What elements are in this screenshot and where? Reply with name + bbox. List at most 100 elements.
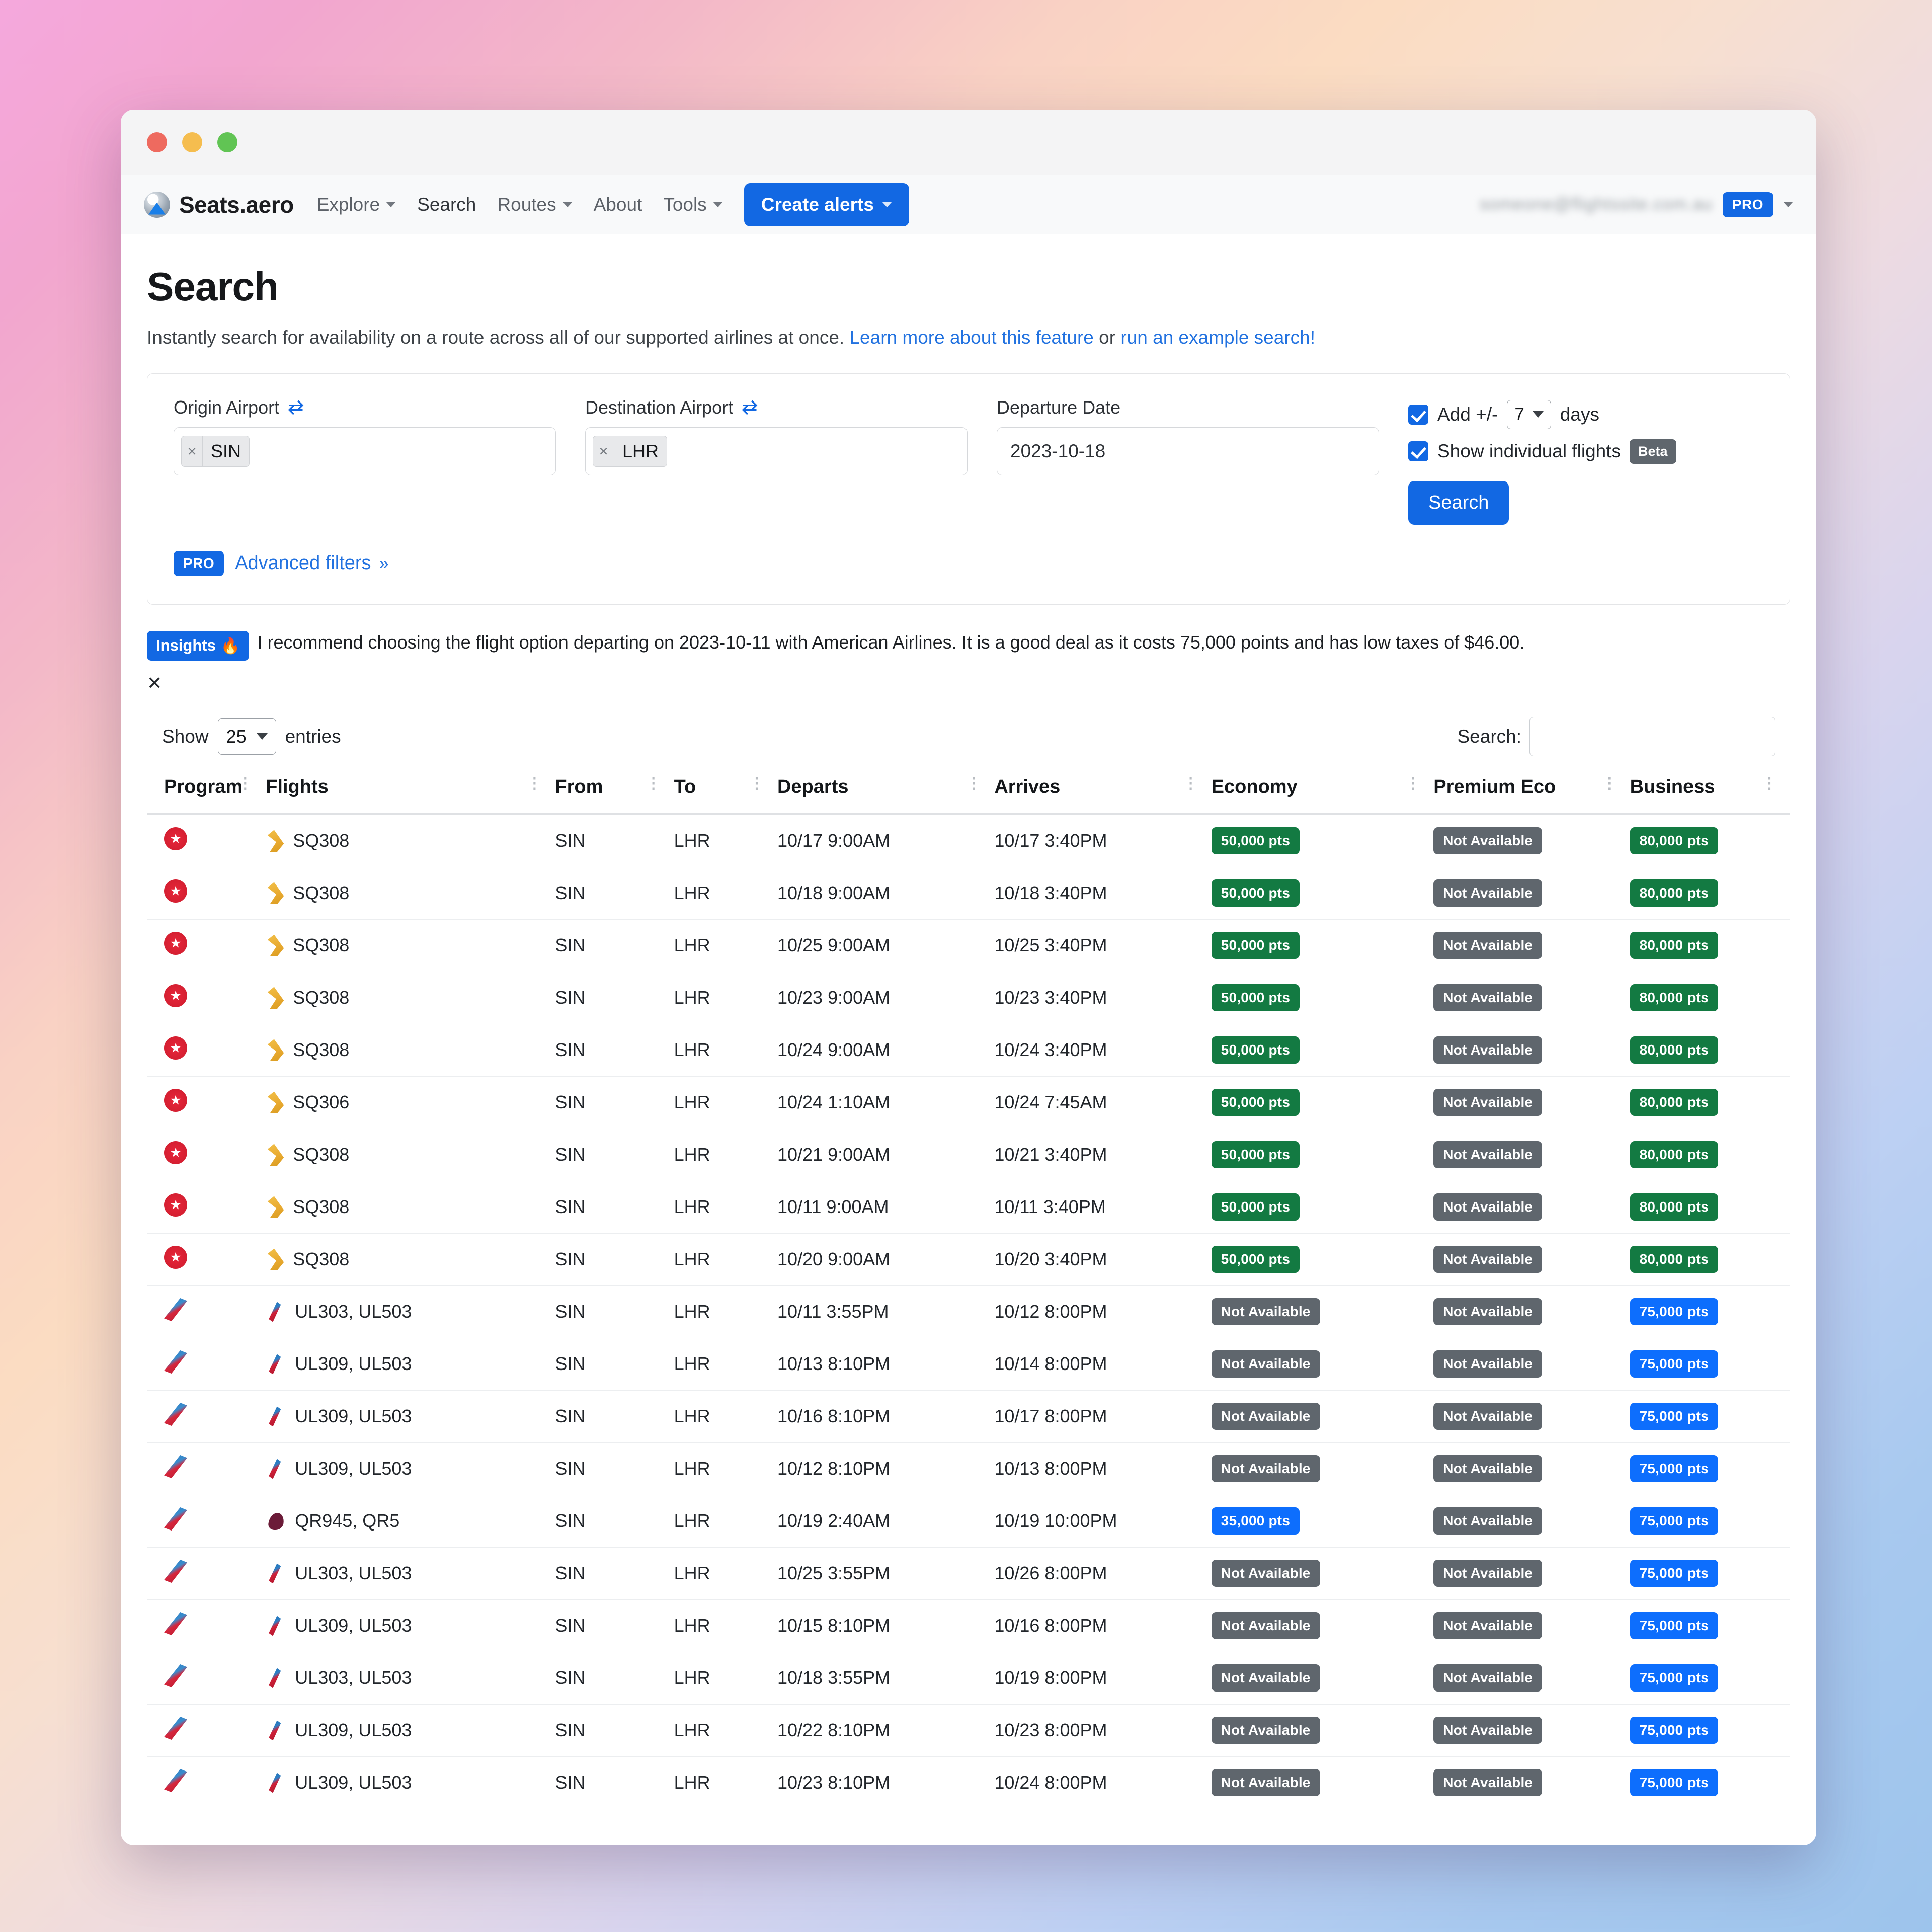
nav-item-tools[interactable]: Tools bbox=[663, 194, 723, 215]
business-badge[interactable]: 75,000 pts bbox=[1630, 1298, 1718, 1326]
premium-eco-badge[interactable]: Not Available bbox=[1433, 1612, 1543, 1640]
economy-badge[interactable]: Not Available bbox=[1211, 1560, 1320, 1587]
business-badge[interactable]: 80,000 pts bbox=[1630, 1036, 1718, 1064]
learn-more-link[interactable]: Learn more about this feature bbox=[849, 327, 1093, 348]
premium-eco-badge[interactable]: Not Available bbox=[1433, 984, 1543, 1012]
premium-eco-badge[interactable]: Not Available bbox=[1433, 1298, 1543, 1326]
business-badge[interactable]: 75,000 pts bbox=[1630, 1717, 1718, 1744]
economy-badge[interactable]: 50,000 pts bbox=[1211, 1089, 1300, 1116]
economy-badge[interactable]: Not Available bbox=[1211, 1455, 1320, 1483]
column-header-economy[interactable]: Economy ⋮ bbox=[1211, 776, 1434, 815]
table-row[interactable]: UL309, UL503 SIN LHR 10/13 8:10PM 10/14 8:00… bbox=[147, 1338, 1790, 1391]
table-row[interactable]: SQ308 SINLHR10/18 9:00AM10/18 3:40PM50,00… bbox=[147, 867, 1790, 920]
advanced-filters-toggle[interactable]: Advanced filters » bbox=[235, 552, 388, 574]
business-badge[interactable]: 75,000 pts bbox=[1630, 1507, 1718, 1535]
origin-airport-input[interactable]: × SIN bbox=[174, 427, 556, 475]
business-badge[interactable]: 75,000 pts bbox=[1630, 1664, 1718, 1692]
table-row[interactable]: UL309, UL503 SIN LHR 10/16 8:10PM 10/17 8:00… bbox=[147, 1390, 1790, 1443]
remove-origin-token-icon[interactable]: × bbox=[182, 436, 203, 466]
nav-item-about[interactable]: About bbox=[594, 194, 642, 215]
window-minimize-button[interactable] bbox=[182, 132, 202, 152]
economy-badge[interactable]: Not Available bbox=[1211, 1717, 1320, 1744]
table-row[interactable]: SQ308 SINLHR10/25 9:00AM10/25 3:40PM50,00… bbox=[147, 919, 1790, 972]
chevron-down-icon[interactable] bbox=[1783, 202, 1793, 207]
table-row[interactable]: UL309, UL503 SIN LHR 10/12 8:10PM 10/13 8:00… bbox=[147, 1442, 1790, 1495]
column-header-premium-eco[interactable]: Premium Eco ⋮ bbox=[1433, 776, 1630, 815]
business-badge[interactable]: 75,000 pts bbox=[1630, 1560, 1718, 1587]
economy-badge[interactable]: 50,000 pts bbox=[1211, 827, 1300, 855]
column-header-arrives[interactable]: Arrives ⋮ bbox=[994, 776, 1212, 815]
economy-badge[interactable]: Not Available bbox=[1211, 1769, 1320, 1797]
table-row[interactable]: SQ306 SINLHR10/24 1:10AM10/24 7:45AM50,00… bbox=[147, 1076, 1790, 1129]
economy-badge[interactable]: 35,000 pts bbox=[1211, 1507, 1300, 1535]
brand-link[interactable]: Seats.aero bbox=[144, 191, 294, 218]
entries-per-page-select[interactable]: 25 bbox=[217, 718, 276, 755]
economy-badge[interactable]: 50,000 pts bbox=[1211, 1193, 1300, 1221]
nav-item-explore[interactable]: Explore bbox=[317, 194, 396, 215]
table-row[interactable]: UL303, UL503 SIN LHR 10/11 3:55PM 10/12 8:00… bbox=[147, 1285, 1790, 1338]
economy-badge[interactable]: 50,000 pts bbox=[1211, 932, 1300, 959]
economy-badge[interactable]: Not Available bbox=[1211, 1350, 1320, 1378]
individual-flights-checkbox[interactable] bbox=[1408, 441, 1428, 462]
business-badge[interactable]: 80,000 pts bbox=[1630, 879, 1718, 907]
premium-eco-badge[interactable]: Not Available bbox=[1433, 1560, 1543, 1587]
premium-eco-badge[interactable]: Not Available bbox=[1433, 1193, 1543, 1221]
example-search-link[interactable]: run an example search! bbox=[1120, 327, 1315, 348]
economy-badge[interactable]: 50,000 pts bbox=[1211, 1141, 1300, 1169]
add-days-checkbox[interactable] bbox=[1408, 404, 1428, 425]
business-badge[interactable]: 75,000 pts bbox=[1630, 1403, 1718, 1430]
search-button[interactable]: Search bbox=[1408, 480, 1509, 525]
add-days-select[interactable]: 7 bbox=[1507, 399, 1551, 429]
column-header-business[interactable]: Business ⋮ bbox=[1630, 776, 1790, 815]
premium-eco-badge[interactable]: Not Available bbox=[1433, 932, 1543, 959]
economy-badge[interactable]: 50,000 pts bbox=[1211, 1246, 1300, 1273]
window-maximize-button[interactable] bbox=[217, 132, 237, 152]
premium-eco-badge[interactable]: Not Available bbox=[1433, 1507, 1543, 1535]
premium-eco-badge[interactable]: Not Available bbox=[1433, 1246, 1543, 1273]
table-row[interactable]: SQ308 SINLHR10/20 9:00AM10/20 3:40PM50,00… bbox=[147, 1233, 1790, 1286]
departure-date-input[interactable]: 2023-10-18 bbox=[997, 427, 1379, 475]
premium-eco-badge[interactable]: Not Available bbox=[1433, 1717, 1543, 1744]
premium-eco-badge[interactable]: Not Available bbox=[1433, 1455, 1543, 1483]
table-row[interactable]: UL303, UL503 SIN LHR 10/18 3:55PM 10/19 8:00… bbox=[147, 1652, 1790, 1705]
remove-destination-token-icon[interactable]: × bbox=[593, 436, 614, 466]
table-row[interactable]: SQ308 SINLHR10/24 9:00AM10/24 3:40PM50,00… bbox=[147, 1024, 1790, 1077]
table-row[interactable]: UL309, UL503 SIN LHR 10/22 8:10PM 10/23 8:00… bbox=[147, 1704, 1790, 1757]
premium-eco-badge[interactable]: Not Available bbox=[1433, 1350, 1543, 1378]
business-badge[interactable]: 75,000 pts bbox=[1630, 1455, 1718, 1483]
business-badge[interactable]: 80,000 pts bbox=[1630, 1193, 1718, 1221]
table-row[interactable]: UL309, UL503 SIN LHR 10/15 8:10PM 10/16 8:00… bbox=[147, 1599, 1790, 1652]
table-row[interactable]: SQ308 SINLHR10/23 9:00AM10/23 3:40PM50,00… bbox=[147, 972, 1790, 1024]
economy-badge[interactable]: Not Available bbox=[1211, 1403, 1320, 1430]
destination-airport-input[interactable]: × LHR bbox=[585, 427, 968, 475]
economy-badge[interactable]: Not Available bbox=[1211, 1664, 1320, 1692]
column-header-program[interactable]: Program ⋮ bbox=[147, 776, 266, 815]
column-header-flights[interactable]: Flights ⋮ bbox=[266, 776, 555, 815]
economy-badge[interactable]: Not Available bbox=[1211, 1298, 1320, 1326]
premium-eco-badge[interactable]: Not Available bbox=[1433, 1403, 1543, 1430]
business-badge[interactable]: 75,000 pts bbox=[1630, 1612, 1718, 1640]
table-row[interactable]: UL303, UL503 SIN LHR 10/25 3:55PM 10/26 8:00… bbox=[147, 1547, 1790, 1600]
business-badge[interactable]: 75,000 pts bbox=[1630, 1350, 1718, 1378]
close-icon[interactable]: ✕ bbox=[147, 673, 1790, 694]
table-row[interactable]: SQ308 SINLHR10/21 9:00AM10/21 3:40PM50,00… bbox=[147, 1129, 1790, 1181]
premium-eco-badge[interactable]: Not Available bbox=[1433, 879, 1543, 907]
column-header-departs[interactable]: Departs ⋮ bbox=[777, 776, 995, 815]
premium-eco-badge[interactable]: Not Available bbox=[1433, 1036, 1543, 1064]
economy-badge[interactable]: 50,000 pts bbox=[1211, 1036, 1300, 1064]
business-badge[interactable]: 80,000 pts bbox=[1630, 1246, 1718, 1273]
column-header-from[interactable]: From ⋮ bbox=[555, 776, 674, 815]
premium-eco-badge[interactable]: Not Available bbox=[1433, 827, 1543, 855]
premium-eco-badge[interactable]: Not Available bbox=[1433, 1141, 1543, 1169]
column-header-to[interactable]: To ⋮ bbox=[674, 776, 777, 815]
table-search-input[interactable] bbox=[1530, 716, 1775, 756]
premium-eco-badge[interactable]: Not Available bbox=[1433, 1664, 1543, 1692]
business-badge[interactable]: 80,000 pts bbox=[1630, 827, 1718, 855]
table-row[interactable]: QR945, QR5 SIN LHR 10/19 2:40AM 10/19 10:00P… bbox=[147, 1495, 1790, 1548]
business-badge[interactable]: 80,000 pts bbox=[1630, 1141, 1718, 1169]
business-badge[interactable]: 80,000 pts bbox=[1630, 932, 1718, 959]
premium-eco-badge[interactable]: Not Available bbox=[1433, 1769, 1543, 1797]
swap-icon[interactable] bbox=[740, 400, 759, 415]
table-row[interactable]: UL309, UL503 SIN LHR 10/23 8:10PM 10/24 8:00… bbox=[147, 1756, 1790, 1809]
swap-icon[interactable] bbox=[286, 400, 305, 415]
